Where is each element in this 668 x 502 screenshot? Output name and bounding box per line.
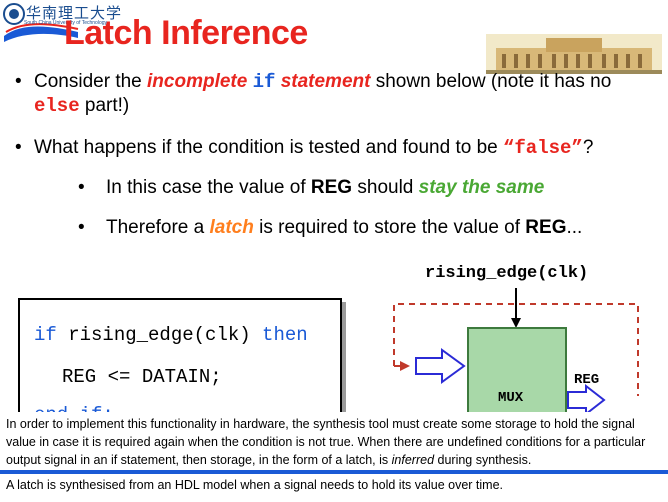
mux-label: MUX xyxy=(498,390,524,406)
bullet-dot: • xyxy=(15,137,22,158)
input-arrow xyxy=(415,348,466,384)
slide-title: Latch Inference xyxy=(64,14,308,52)
footer-text: A latch is synthesised from an HDL model… xyxy=(6,478,504,492)
bullet-1: • Consider the incomplete if statement s… xyxy=(34,71,612,117)
reg-label: REG xyxy=(574,372,600,388)
bullet-2: What happens if the condition is tested … xyxy=(34,137,594,159)
bullet-3: In this case the value of REG should sta… xyxy=(106,177,545,198)
output-arrow xyxy=(567,383,606,416)
latch-diagram xyxy=(393,288,639,416)
code-line-2: REG <= DATAIN; xyxy=(62,366,222,388)
campus-building-image xyxy=(486,34,662,74)
bullet-dot: • xyxy=(15,71,22,92)
bullet-4: Therefore a latch is required to store t… xyxy=(106,217,583,238)
bullet-dot: • xyxy=(78,177,85,198)
explanation-note: In order to implement this functionality… xyxy=(0,412,668,468)
separator-bar xyxy=(0,470,668,474)
bullet-dot: • xyxy=(78,217,85,238)
code-line-1: if rising_edge(clk) then xyxy=(34,324,308,346)
